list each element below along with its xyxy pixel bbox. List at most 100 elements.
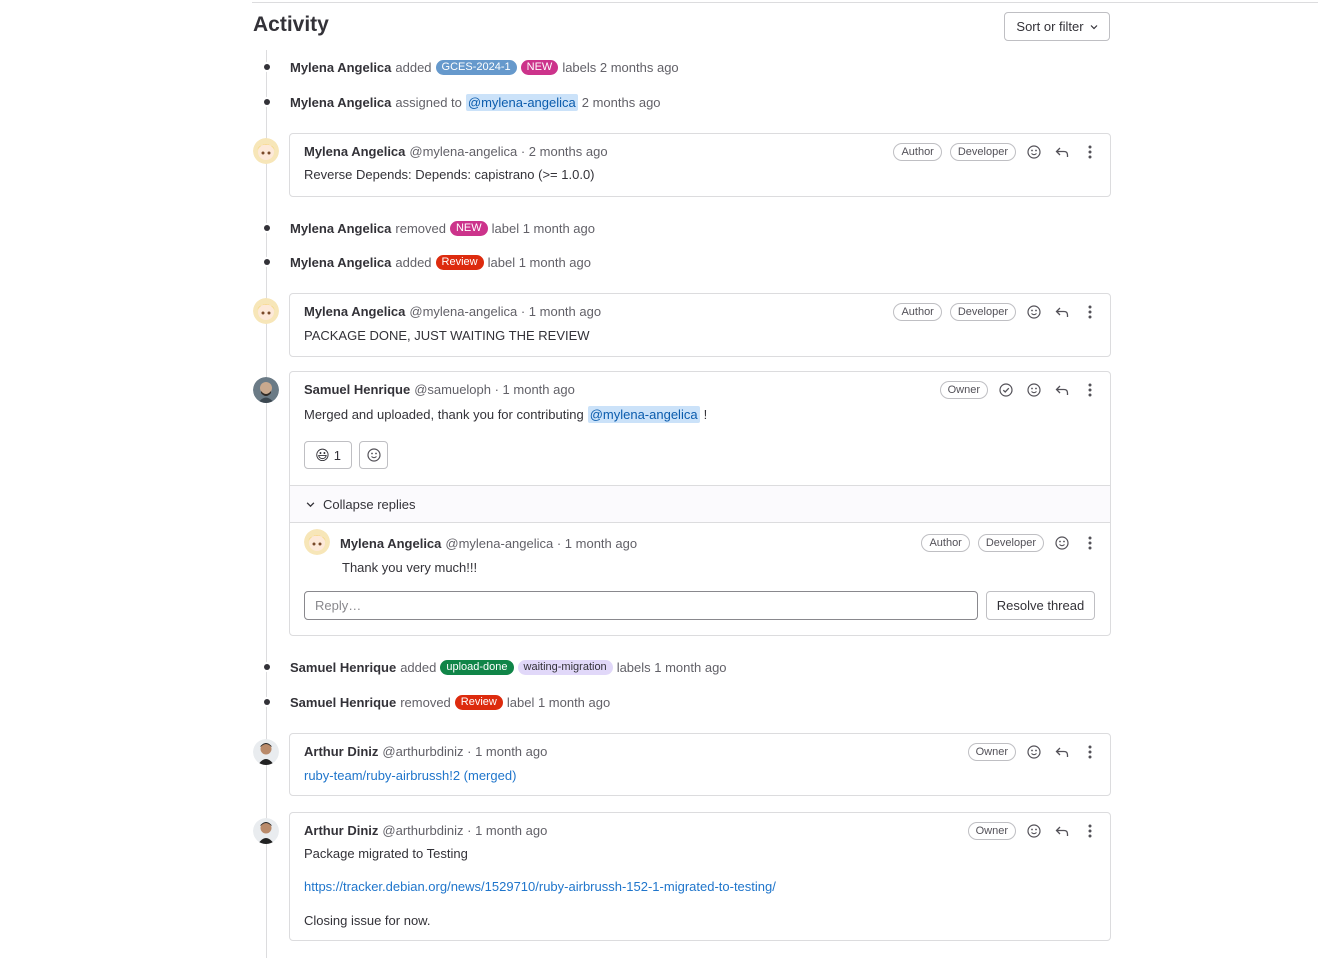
more-actions-icon[interactable] xyxy=(1080,142,1100,162)
note-author[interactable]: Arthur Diniz xyxy=(304,823,378,838)
note-body-suffix: ! xyxy=(703,407,708,422)
label-gces[interactable]: GCES-2024-1 xyxy=(435,59,517,75)
timeline-event: Mylena Angelica added Review label 1 mon… xyxy=(253,252,591,272)
event-suffix: label 1 month ago xyxy=(491,220,595,236)
comment-note: Mylena Angelica @mylena-angelica · 1 mon… xyxy=(289,293,1111,357)
note-author[interactable]: Mylena Angelica xyxy=(304,144,405,159)
add-reaction-icon[interactable] xyxy=(1052,533,1072,553)
note-meta: @arthurbdiniz · 1 month ago xyxy=(382,744,548,759)
reaction-button[interactable]: 😃 1 xyxy=(304,441,352,469)
label-new[interactable]: NEW xyxy=(520,59,559,75)
more-actions-icon[interactable] xyxy=(1080,302,1100,322)
label-waiting-migration[interactable]: waiting-migration xyxy=(517,659,613,675)
note-meta: @samueloph · 1 month ago xyxy=(414,382,575,397)
tracker-link[interactable]: https://tracker.debian.org/news/1529710/… xyxy=(304,879,776,894)
note-body: ruby-team/ruby-airbrussh!2 (merged) xyxy=(304,768,516,783)
comment-note: Arthur Diniz @arthurbdiniz · 1 month ago… xyxy=(289,733,1111,796)
note-body: PACKAGE DONE, JUST WAITING THE REVIEW xyxy=(304,328,590,343)
add-reaction-icon[interactable] xyxy=(1024,142,1044,162)
add-reaction-icon[interactable] xyxy=(1024,302,1044,322)
event-action: added xyxy=(400,659,437,675)
label-upload-done[interactable]: upload-done xyxy=(440,659,514,675)
role-badge: Developer xyxy=(949,143,1016,161)
note-meta: @mylena-angelica · 2 months ago xyxy=(409,144,608,159)
event-suffix: label 1 month ago xyxy=(506,694,611,710)
timeline-event: Mylena Angelica removed NEW label 1 mont… xyxy=(253,218,595,238)
avatar[interactable] xyxy=(253,739,279,765)
event-action: removed xyxy=(400,694,451,710)
sort-label: Sort or filter xyxy=(1016,19,1084,34)
owner-badge: Owner xyxy=(967,822,1016,840)
reply-placeholder: Reply… xyxy=(315,598,362,613)
more-actions-icon[interactable] xyxy=(1080,380,1100,400)
reply-icon[interactable] xyxy=(1052,302,1072,322)
reply-body: Thank you very much!!! xyxy=(342,560,478,575)
event-suffix: 2 months ago xyxy=(581,94,661,110)
reply-input[interactable]: Reply… xyxy=(304,591,978,620)
note-body-line: Package migrated to Testing xyxy=(304,846,468,861)
owner-badge: Owner xyxy=(967,743,1016,761)
avatar[interactable] xyxy=(253,138,279,164)
avatar[interactable] xyxy=(304,529,330,555)
event-author[interactable]: Samuel Henrique xyxy=(290,660,396,675)
sort-or-filter-button[interactable]: Sort or filter xyxy=(1004,12,1110,41)
user-mention[interactable]: @mylena-angelica xyxy=(587,406,700,423)
collapse-replies-toggle[interactable]: Collapse replies xyxy=(290,485,1110,523)
note-body: Merged and uploaded, thank you for contr… xyxy=(304,406,707,423)
resolve-check-icon[interactable] xyxy=(996,380,1016,400)
avatar[interactable] xyxy=(253,818,279,844)
event-author[interactable]: Mylena Angelica xyxy=(290,255,391,270)
note-body-line: Closing issue for now. xyxy=(304,913,431,928)
timeline-event: Mylena Angelica added GCES-2024-1 NEW la… xyxy=(253,57,679,77)
top-divider xyxy=(252,2,1318,3)
label-review[interactable]: Review xyxy=(435,254,484,270)
add-reaction-button[interactable] xyxy=(359,441,388,469)
add-reaction-icon[interactable] xyxy=(1024,380,1044,400)
event-action: removed xyxy=(395,220,446,236)
note-body-line: https://tracker.debian.org/news/1529710/… xyxy=(304,879,776,894)
event-suffix: label 1 month ago xyxy=(487,254,591,270)
avatar[interactable] xyxy=(253,298,279,324)
reply-author[interactable]: Mylena Angelica xyxy=(340,536,441,551)
reply-icon[interactable] xyxy=(1052,742,1072,762)
event-author[interactable]: Samuel Henrique xyxy=(290,695,396,710)
label-new[interactable]: NEW xyxy=(449,220,488,236)
event-suffix: labels 1 month ago xyxy=(616,659,727,675)
event-action: added xyxy=(395,254,432,270)
user-mention[interactable]: @mylena-angelica xyxy=(465,93,578,111)
note-body-text: Merged and uploaded, thank you for contr… xyxy=(304,407,584,422)
more-actions-icon[interactable] xyxy=(1080,533,1100,553)
label-review[interactable]: Review xyxy=(454,694,503,710)
owner-badge: Owner xyxy=(939,381,988,399)
reply-icon[interactable] xyxy=(1052,380,1072,400)
resolve-thread-button[interactable]: Resolve thread xyxy=(986,591,1095,620)
merge-request-link[interactable]: ruby-team/ruby-airbrussh!2 (merged) xyxy=(304,768,516,783)
reply-icon[interactable] xyxy=(1052,142,1072,162)
collapse-label: Collapse replies xyxy=(323,496,416,512)
event-author[interactable]: Mylena Angelica xyxy=(290,221,391,236)
event-suffix: labels 2 months ago xyxy=(562,59,679,75)
timeline-dot-icon xyxy=(264,99,270,105)
note-author[interactable]: Arthur Diniz xyxy=(304,744,378,759)
note-meta: @arthurbdiniz · 1 month ago xyxy=(382,823,548,838)
more-actions-icon[interactable] xyxy=(1080,742,1100,762)
avatar[interactable] xyxy=(253,377,279,403)
note-author[interactable]: Mylena Angelica xyxy=(304,304,405,319)
reply-icon[interactable] xyxy=(1052,821,1072,841)
event-author[interactable]: Mylena Angelica xyxy=(290,95,391,110)
note-body: Reverse Depends: Depends: capistrano (>=… xyxy=(304,167,595,182)
add-reaction-icon[interactable] xyxy=(1024,821,1044,841)
timeline-dot-icon xyxy=(264,664,270,670)
more-actions-icon[interactable] xyxy=(1080,821,1100,841)
add-reaction-icon[interactable] xyxy=(1024,742,1044,762)
reply-meta: @mylena-angelica · 1 month ago xyxy=(445,536,638,551)
note-author[interactable]: Samuel Henrique xyxy=(304,382,410,397)
comment-note: Mylena Angelica @mylena-angelica · 2 mon… xyxy=(289,133,1111,197)
timeline-dot-icon xyxy=(264,64,270,70)
author-badge: Author xyxy=(921,534,970,552)
timeline-dot-icon xyxy=(264,699,270,705)
timeline-event: Samuel Henrique removed Review label 1 m… xyxy=(253,692,610,712)
comment-note: Arthur Diniz @arthurbdiniz · 1 month ago… xyxy=(289,812,1111,941)
timeline-event: Mylena Angelica assigned to @mylena-ange… xyxy=(253,92,661,112)
event-author[interactable]: Mylena Angelica xyxy=(290,60,391,75)
